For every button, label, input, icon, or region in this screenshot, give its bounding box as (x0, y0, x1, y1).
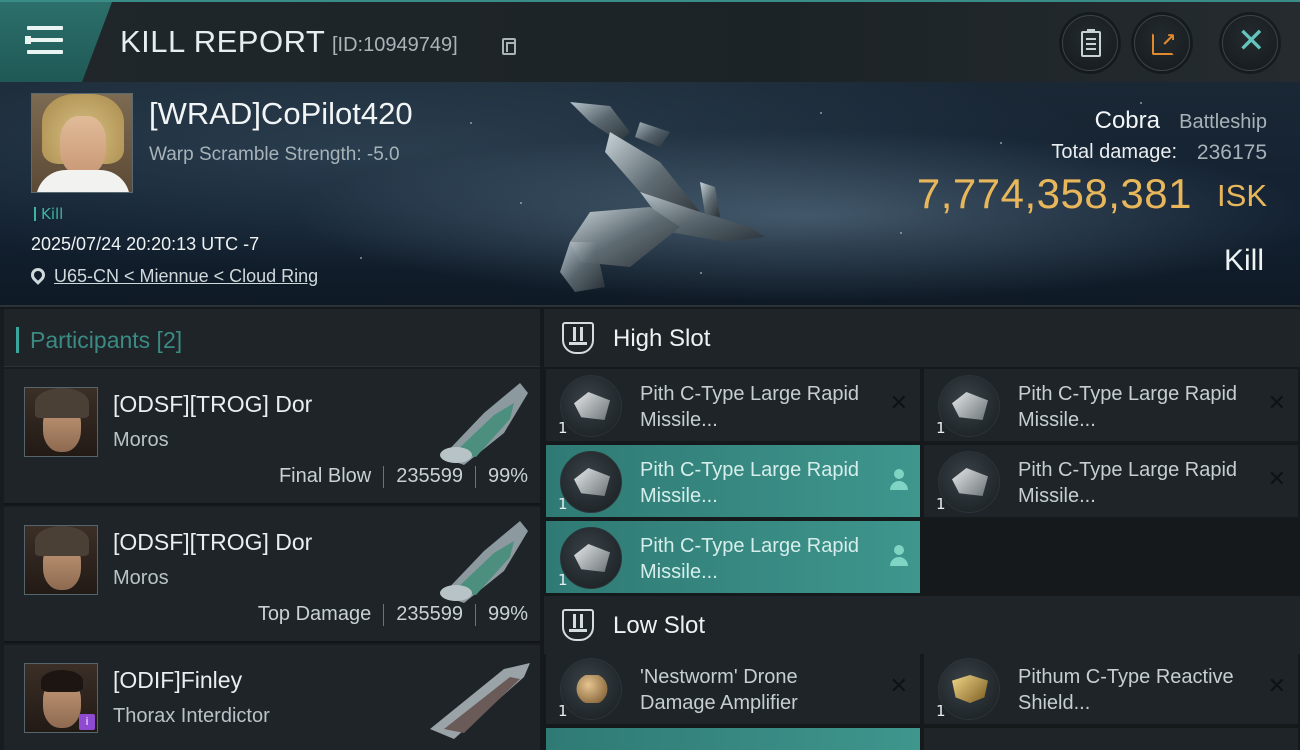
module-name: Pith C-Type Large Rapid Missile... (1018, 459, 1238, 507)
participants-header: Participants [2] (4, 309, 540, 367)
person-icon (890, 545, 908, 567)
missile-launcher-icon (560, 375, 622, 437)
participant-ship: Thorax Interdictor (113, 705, 270, 727)
person-icon (890, 469, 908, 491)
clipboard-button[interactable] (1062, 15, 1118, 71)
module-quantity: 1 (936, 702, 946, 720)
menu-button[interactable] (0, 2, 112, 82)
shield-slot-icon (562, 609, 594, 641)
participant-damage: 235599 (396, 603, 463, 625)
victim-ship-class: Battleship (1179, 111, 1267, 133)
participants-title: Participants [2] (15, 327, 183, 353)
report-id: [ID:10949749] (332, 34, 458, 56)
x-icon: ✕ (1267, 467, 1286, 492)
module-item[interactable]: 1 Pith C-Type Large Rapid Missile... ✕ (924, 369, 1298, 443)
participant-ship: Moros (113, 567, 169, 589)
shield-slot-icon (562, 322, 594, 354)
module-quantity: 1 (558, 495, 568, 513)
kill-location-link[interactable]: U65-CN < Miennue < Cloud Ring (54, 266, 318, 287)
module-quantity: 1 (558, 702, 568, 720)
shield-hardener-icon (938, 658, 1000, 720)
participant-ship: Moros (113, 429, 169, 451)
participant-ship-image (440, 521, 528, 603)
missile-launcher-icon (560, 527, 622, 589)
module-quantity: 1 (936, 419, 946, 437)
x-icon: ✕ (889, 674, 908, 699)
module-item[interactable]: 1 Pith C-Type Large Rapid Missile... (546, 445, 920, 519)
victim-name[interactable]: [WRAD]CoPilot420 (149, 96, 413, 132)
participant-row[interactable]: [ODSF][TROG] Dor Moros Top Damage 235599… (4, 507, 540, 643)
module-name: Pith C-Type Large Rapid Missile... (640, 535, 860, 583)
participant-role: Top Damage (257, 603, 372, 625)
participant-role: Final Blow (278, 465, 372, 487)
missile-launcher-icon (938, 451, 1000, 513)
isk-unit: ISK (1217, 178, 1267, 213)
fitting-panel: High Slot 1 Pith C-Type Large Rapid Miss… (544, 309, 1300, 750)
participant-ship-image (440, 383, 528, 465)
module-name: 'Nestworm' Drone Damage Amplifier (640, 666, 798, 714)
close-button[interactable]: ✕ (1222, 15, 1278, 71)
close-icon: ✕ (1237, 21, 1266, 61)
participant-row[interactable]: [ODSF][TROG] Dor Moros Final Blow 235599… (4, 369, 540, 505)
module-item[interactable]: 1 Pithum C-Type Reactive Shield... ✕ (924, 652, 1298, 726)
hamburger-menu-icon (27, 26, 63, 30)
participants-panel: Participants [2] [ODSF][TROG] Dor Moros … (0, 309, 540, 750)
victim-avatar[interactable] (31, 93, 133, 193)
module-item-partial[interactable] (546, 728, 920, 750)
module-item[interactable]: 1 Pith C-Type Large Rapid Missile... (546, 521, 920, 595)
participant-ship-image (430, 663, 530, 739)
module-name: Pithum C-Type Reactive Shield... (1018, 666, 1234, 714)
participant-percent: 99% (487, 603, 528, 625)
participant-percent: 99% (487, 465, 528, 487)
total-damage-value: 236175 (1196, 141, 1267, 164)
victim-ship-image (550, 92, 780, 297)
clipboard-icon (1081, 29, 1101, 57)
module-name: Pith C-Type Large Rapid Missile... (640, 383, 860, 431)
victim-ship-name[interactable]: Cobra (1095, 107, 1160, 135)
high-slot-header: High Slot (544, 309, 1300, 367)
module-quantity: 1 (936, 495, 946, 513)
avatar (24, 525, 98, 595)
participant-damage: 235599 (396, 465, 463, 487)
info-badge-icon: i (79, 714, 95, 730)
avatar (24, 387, 98, 457)
x-icon: ✕ (1267, 674, 1286, 699)
low-slot-title: Low Slot (613, 612, 706, 639)
kill-datetime: 2025/07/24 20:20:13 UTC -7 (31, 234, 260, 254)
module-name: Pith C-Type Large Rapid Missile... (1018, 383, 1238, 431)
avatar: i (24, 663, 98, 733)
x-icon: ✕ (1267, 391, 1286, 416)
high-slot-title: High Slot (613, 325, 711, 352)
low-slot-header: Low Slot (544, 596, 1300, 654)
participant-stats: Top Damage 235599 99% (258, 603, 528, 626)
result-label: Kill (1223, 244, 1264, 277)
participant-row[interactable]: i [ODIF]Finley Thorax Interdictor (4, 645, 540, 750)
copy-icon[interactable] (502, 38, 516, 55)
module-name: Pith C-Type Large Rapid Missile... (640, 459, 860, 507)
module-item[interactable]: 1 'Nestworm' Drone Damage Amplifier ✕ (546, 652, 920, 726)
module-quantity: 1 (558, 419, 568, 437)
top-bar: KILL REPORT [ID:10949749] ↗ ✕ (0, 0, 1300, 82)
module-item[interactable]: 1 Pith C-Type Large Rapid Missile... ✕ (924, 445, 1298, 519)
participant-name: [ODSF][TROG] Dor (113, 529, 313, 555)
module-item-partial[interactable] (924, 728, 1298, 750)
module-quantity: 1 (558, 571, 568, 589)
warp-scramble-strength: Warp Scramble Strength: -5.0 (149, 144, 400, 165)
missile-launcher-icon (560, 451, 622, 513)
participant-name: [ODSF][TROG] Dor (113, 391, 313, 417)
total-damage-label: Total damage: (1051, 141, 1177, 163)
participant-stats: Final Blow 235599 99% (279, 465, 528, 488)
kill-tag: Kill (34, 205, 63, 223)
participant-name: [ODIF]Finley (113, 667, 243, 693)
x-icon: ✕ (889, 391, 908, 416)
missile-launcher-icon (938, 375, 1000, 437)
share-button[interactable]: ↗ (1134, 15, 1190, 71)
isk-value: 7,774,358,381 (916, 170, 1192, 217)
module-item[interactable]: 1 Pith C-Type Large Rapid Missile... ✕ (546, 369, 920, 443)
drone-amplifier-icon (560, 658, 622, 720)
page-title: KILL REPORT (120, 24, 326, 59)
